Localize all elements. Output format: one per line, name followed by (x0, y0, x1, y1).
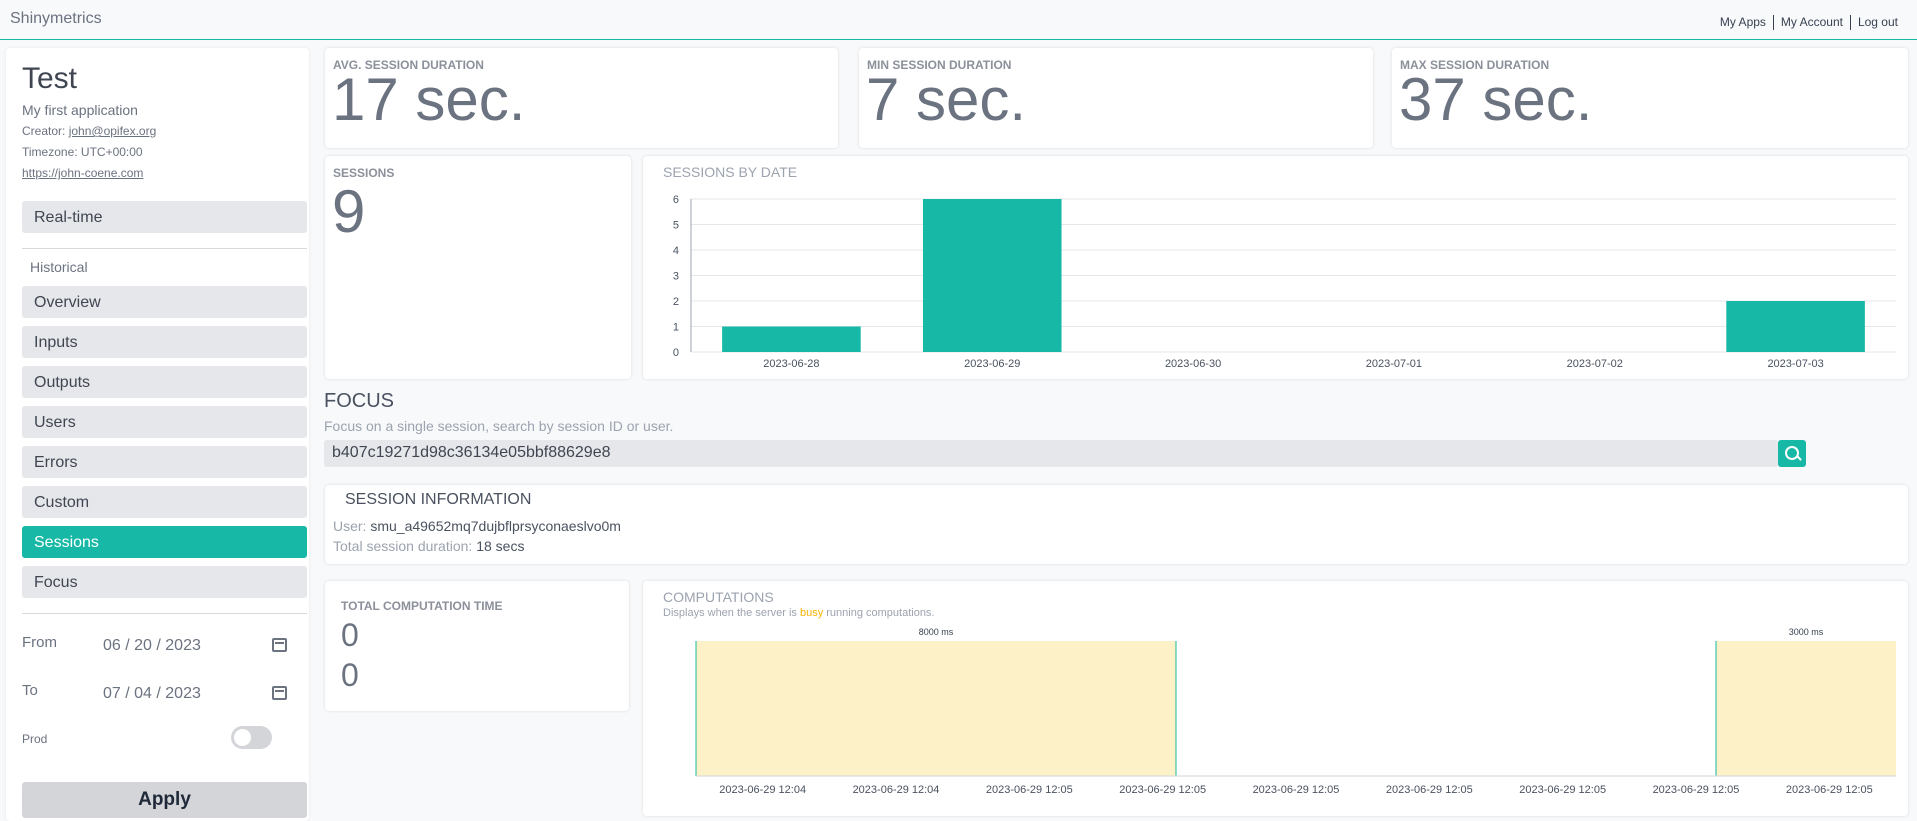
duration-label: Total session duration: (333, 538, 473, 554)
max-session-card: MAX SESSION DURATION 37 sec. (1392, 48, 1908, 148)
user-value: smu_a49652mq7dujbflprsyconaeslvo0m (370, 518, 621, 534)
user-label: User: (333, 518, 367, 534)
x-tick-label: 2023-06-29 12:05 (986, 784, 1073, 796)
nav-realtime-button[interactable]: Real-time (22, 201, 307, 233)
focus-title: FOCUS (324, 390, 394, 412)
app-url-text[interactable]: https://john-coene.com (22, 166, 143, 180)
divider (22, 248, 307, 249)
calendar-icon[interactable] (272, 638, 287, 652)
divider (22, 613, 307, 614)
y-tick-label: 2 (673, 296, 679, 308)
computation-time-label: TOTAL COMPUTATION TIME (341, 599, 503, 613)
bar (722, 326, 861, 352)
prod-label: Prod (22, 732, 48, 746)
nav-custom-button[interactable]: Custom (22, 486, 307, 518)
y-tick-label: 1 (673, 322, 679, 334)
x-tick-label: 2023-06-29 12:05 (1119, 784, 1206, 796)
span-duration-label: 3000 ms (1789, 627, 1824, 637)
nav-inputs-button[interactable]: Inputs (22, 326, 307, 358)
nav-outputs-button[interactable]: Outputs (22, 366, 307, 398)
x-tick-label: 2023-06-29 (964, 358, 1020, 370)
creator-line: Creator: john@opifex.org (22, 124, 156, 138)
session-duration-line: Total session duration: 18 secs (333, 538, 524, 554)
from-date-input[interactable]: 06 / 20 / 2023 (103, 637, 201, 655)
busy-span (1716, 641, 1896, 776)
session-info-card: SESSION INFORMATION User: smu_a49652mq7d… (325, 485, 1908, 564)
apply-button[interactable]: Apply (22, 782, 307, 818)
app-description: My first application (22, 102, 138, 118)
focus-subtitle: Focus on a single session, search by ses… (324, 418, 674, 434)
y-tick-label: 5 (673, 220, 679, 232)
historical-label: Historical (30, 259, 88, 275)
min-session-value: 7 sec. (866, 66, 1027, 133)
computation-time-card: TOTAL COMPUTATION TIME 0 0 (325, 581, 629, 711)
x-tick-label: 2023-06-28 (763, 358, 819, 370)
my-account-link[interactable]: My Account (1772, 15, 1850, 30)
session-search-input[interactable]: b407c19271d98c36134e05bbf88629e8 (324, 440, 1778, 467)
y-tick-label: 3 (673, 271, 679, 283)
x-tick-label: 2023-07-01 (1366, 358, 1422, 370)
y-tick-label: 4 (673, 245, 679, 257)
creator-label: Creator: (22, 124, 66, 138)
x-tick-label: 2023-06-29 12:05 (1786, 784, 1873, 796)
x-tick-label: 2023-07-02 (1567, 358, 1623, 370)
app-title: Test (22, 62, 78, 95)
to-date-input[interactable]: 07 / 04 / 2023 (103, 685, 201, 703)
x-tick-label: 2023-06-29 12:04 (853, 784, 940, 796)
brand-logo[interactable]: Shinymetrics (10, 10, 102, 28)
x-tick-label: 2023-06-29 12:05 (1253, 784, 1340, 796)
timezone-text: Timezone: UTC+00:00 (22, 145, 143, 159)
sessions-by-date-card: SESSIONS BY DATE 0 1 2 3 4 5 6 2023-06-28 2023-0… (643, 156, 1908, 379)
x-tick-label: 2023-06-29 12:04 (719, 784, 806, 796)
x-tick-label: 2023-06-29 12:05 (1653, 784, 1740, 796)
my-apps-link[interactable]: My Apps (1713, 15, 1773, 30)
min-session-card: MIN SESSION DURATION 7 sec. (859, 48, 1373, 148)
calendar-icon[interactable] (272, 686, 287, 700)
creator-email-link[interactable]: john@opifex.org (69, 124, 157, 138)
top-nav: My Apps My Account Log out (1713, 15, 1905, 30)
top-bar: Shinymetrics My Apps My Account Log out (0, 0, 1917, 40)
y-tick-label: 0 (673, 347, 679, 359)
computation-value: 0 (341, 657, 359, 693)
x-tick-label: 2023-07-03 (1767, 358, 1823, 370)
duration-value: 18 secs (476, 538, 525, 554)
bar (922, 199, 1062, 352)
app-url-link[interactable]: https://john-coene.com (22, 166, 143, 180)
busy-span (696, 641, 1176, 776)
avg-session-value: 17 sec. (332, 66, 526, 133)
sessions-card: SESSIONS 9 (325, 156, 631, 379)
sessions-value: 9 (332, 178, 366, 245)
session-info-title: SESSION INFORMATION (345, 491, 532, 508)
to-label: To (22, 682, 38, 699)
session-user-line: User: smu_a49652mq7dujbflprsyconaeslvo0m (333, 518, 621, 534)
nav-errors-button[interactable]: Errors (22, 446, 307, 478)
max-session-value: 37 sec. (1399, 66, 1593, 133)
x-tick-label: 2023-06-29 12:05 (1386, 784, 1473, 796)
x-tick-label: 2023-06-29 12:05 (1519, 784, 1606, 796)
bar (1726, 301, 1865, 352)
y-tick-label: 6 (673, 194, 679, 206)
sidebar: Test My first application Creator: john@… (6, 48, 309, 821)
nav-overview-button[interactable]: Overview (22, 286, 307, 318)
computation-value: 0 (341, 617, 359, 653)
sessions-by-date-chart: 0 1 2 3 4 5 6 2023-06-28 2023-06-29 2023-06-30 202… (673, 194, 1896, 370)
computations-chart: 8000 ms 3000 ms 2023-06-29 12:04 2023-06-29… (695, 627, 1896, 796)
computations-card: COMPUTATIONS Displays when the server is… (643, 581, 1908, 816)
x-tick-label: 2023-06-30 (1165, 358, 1221, 370)
nav-users-button[interactable]: Users (22, 406, 307, 438)
from-label: From (22, 634, 57, 651)
nav-focus-button[interactable]: Focus (22, 566, 307, 598)
nav-sessions-button[interactable]: Sessions (22, 526, 307, 558)
prod-toggle[interactable] (231, 726, 272, 749)
avg-session-card: AVG. SESSION DURATION 17 sec. (325, 48, 838, 148)
search-icon[interactable] (1778, 440, 1806, 467)
span-duration-label: 8000 ms (919, 627, 954, 637)
logout-link[interactable]: Log out (1849, 15, 1905, 30)
